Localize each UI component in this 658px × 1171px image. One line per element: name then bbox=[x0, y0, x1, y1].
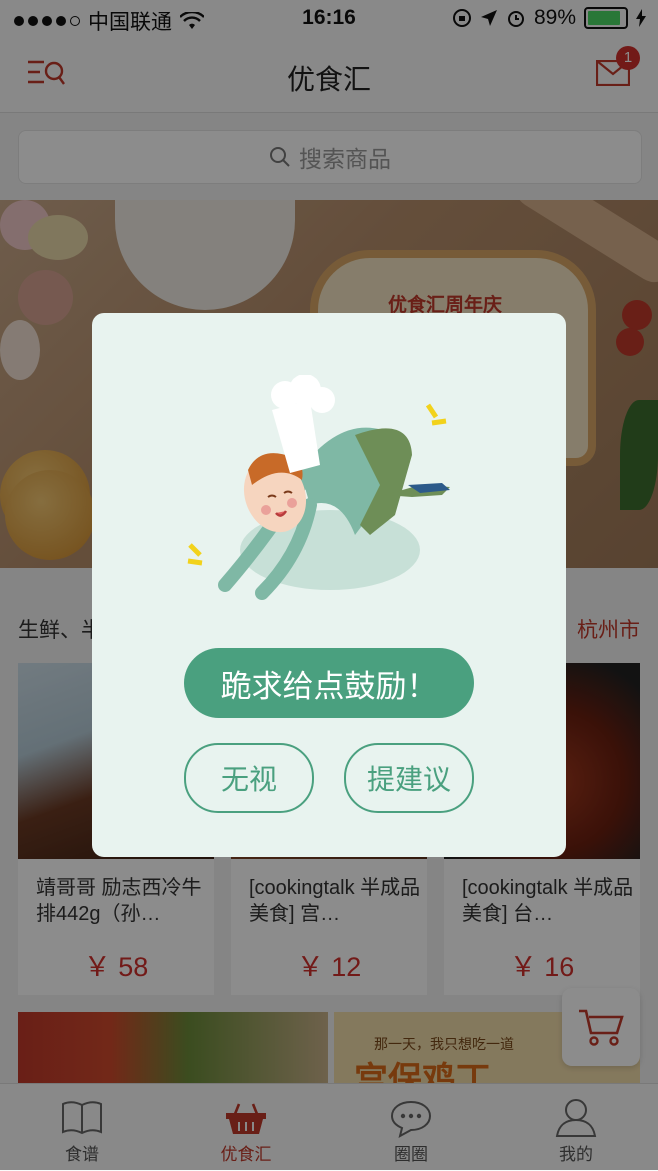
rating-dialog: 跪求给点鼓励！ 无视 提建议 bbox=[92, 313, 566, 857]
ignore-button[interactable]: 无视 bbox=[184, 743, 314, 813]
suggest-button[interactable]: 提建议 bbox=[344, 743, 474, 813]
encourage-button[interactable]: 跪求给点鼓励！ bbox=[184, 648, 474, 718]
kneeling-chef-illustration bbox=[187, 375, 450, 600]
